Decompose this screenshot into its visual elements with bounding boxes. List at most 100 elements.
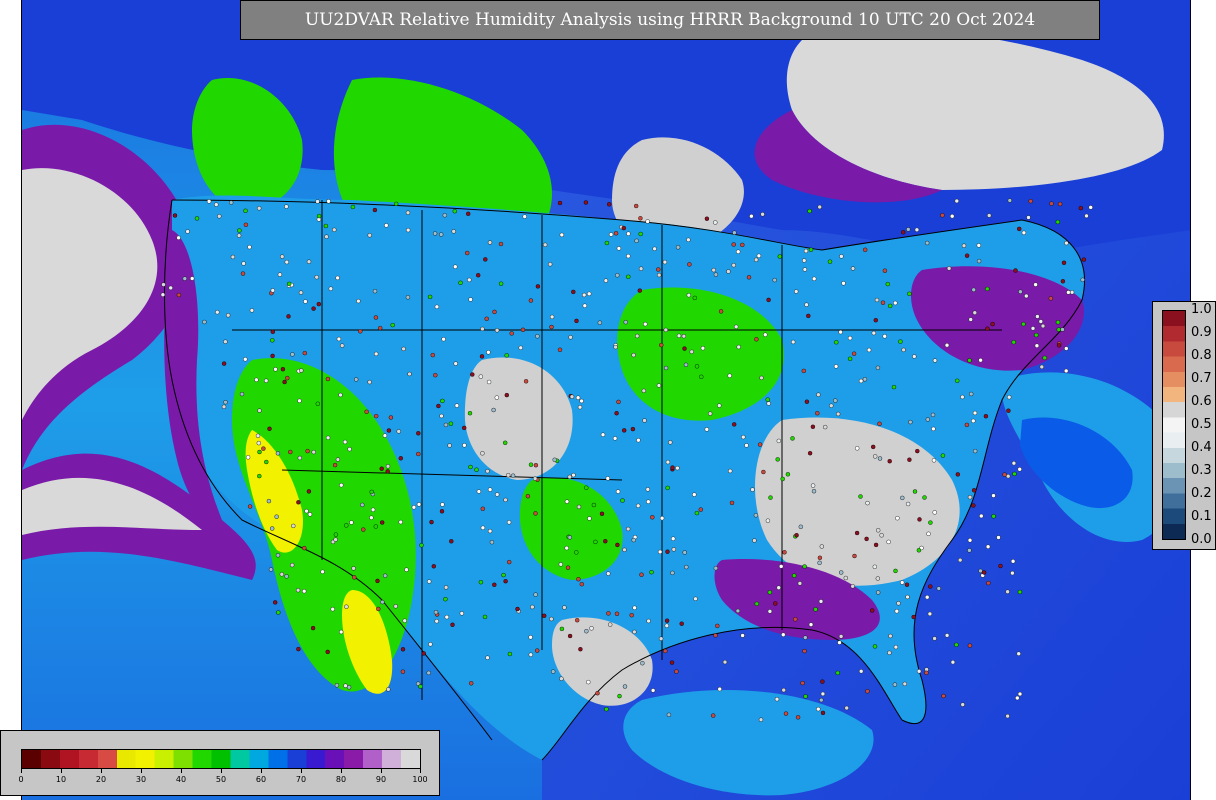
station-marker	[402, 618, 407, 623]
station-marker	[469, 681, 474, 686]
station-marker	[875, 365, 881, 370]
station-marker	[270, 288, 276, 293]
station-marker	[1024, 293, 1029, 299]
station-marker	[663, 648, 668, 654]
station-marker	[656, 267, 661, 272]
station-marker	[865, 500, 870, 506]
station-marker	[603, 278, 609, 283]
station-marker	[369, 489, 374, 495]
station-marker	[270, 329, 276, 334]
station-marker	[662, 259, 668, 265]
station-marker	[715, 623, 720, 629]
station-marker	[1033, 282, 1038, 287]
station-marker	[1011, 340, 1016, 345]
station-marker	[636, 438, 641, 443]
station-marker	[1066, 290, 1071, 295]
station-marker	[501, 572, 506, 578]
station-marker	[946, 266, 952, 271]
station-marker	[785, 472, 791, 477]
station-marker	[476, 489, 482, 494]
station-marker	[480, 506, 485, 511]
station-marker	[1005, 713, 1010, 719]
station-marker	[535, 648, 540, 653]
rh-tick-label: 60	[255, 775, 267, 784]
station-marker	[880, 300, 886, 305]
station-marker	[836, 411, 841, 417]
station-marker	[866, 347, 872, 353]
station-marker	[708, 411, 713, 416]
rh-tick-label: 90	[375, 775, 387, 784]
station-marker	[1011, 461, 1017, 466]
station-marker	[342, 439, 348, 445]
station-marker	[971, 418, 976, 424]
station-marker	[296, 646, 301, 652]
station-marker	[394, 201, 399, 207]
station-marker	[717, 403, 722, 408]
station-marker	[816, 706, 821, 712]
station-marker	[431, 564, 436, 569]
station-marker	[444, 614, 449, 620]
station-marker	[274, 514, 279, 519]
station-marker	[668, 440, 673, 445]
station-marker	[288, 449, 293, 455]
station-marker	[713, 633, 718, 638]
station-marker	[616, 246, 622, 251]
station-marker	[967, 548, 972, 553]
station-marker	[985, 286, 990, 292]
station-marker	[875, 576, 880, 581]
station-marker	[428, 642, 433, 647]
station-marker	[453, 361, 458, 366]
station-marker	[996, 535, 1001, 540]
station-marker	[257, 408, 262, 413]
station-marker	[487, 240, 493, 245]
station-marker	[256, 206, 262, 211]
station-marker	[713, 272, 719, 277]
station-marker	[689, 349, 694, 354]
station-marker	[480, 451, 485, 456]
station-marker	[270, 338, 275, 343]
station-marker	[528, 298, 534, 303]
station-marker	[732, 422, 737, 427]
station-marker	[400, 669, 406, 674]
station-marker	[694, 364, 700, 369]
station-marker	[794, 533, 799, 538]
station-marker	[686, 237, 691, 243]
rh-tick-label: 70	[295, 775, 307, 784]
station-marker	[379, 466, 384, 471]
station-marker	[793, 617, 798, 622]
station-marker	[255, 433, 261, 438]
station-marker	[713, 220, 718, 225]
station-marker	[839, 570, 844, 575]
station-marker	[535, 334, 540, 339]
obs-tick-label: 0.2	[1191, 486, 1212, 501]
station-marker	[985, 326, 990, 331]
observation-colorbar	[1162, 310, 1186, 540]
station-marker	[882, 268, 888, 273]
station-marker	[552, 457, 557, 462]
station-marker	[761, 469, 766, 475]
station-marker	[834, 340, 839, 345]
station-marker	[194, 216, 200, 221]
station-marker	[967, 495, 973, 500]
station-marker	[470, 372, 475, 377]
station-marker	[912, 489, 918, 494]
station-marker	[837, 640, 842, 645]
station-marker	[295, 588, 301, 593]
station-marker	[811, 489, 817, 494]
station-marker	[893, 568, 898, 574]
station-marker	[604, 707, 609, 712]
station-marker	[429, 519, 434, 525]
station-marker	[829, 403, 834, 408]
station-marker	[713, 566, 718, 571]
station-marker	[1056, 327, 1062, 332]
station-marker	[636, 503, 641, 508]
rh-colorbar	[21, 749, 421, 769]
station-marker	[336, 336, 342, 342]
station-marker	[1021, 321, 1026, 327]
station-marker	[858, 378, 864, 384]
station-marker	[843, 575, 848, 581]
station-marker	[741, 434, 746, 440]
station-marker	[670, 465, 675, 470]
station-marker	[646, 499, 651, 504]
station-marker	[768, 495, 773, 500]
